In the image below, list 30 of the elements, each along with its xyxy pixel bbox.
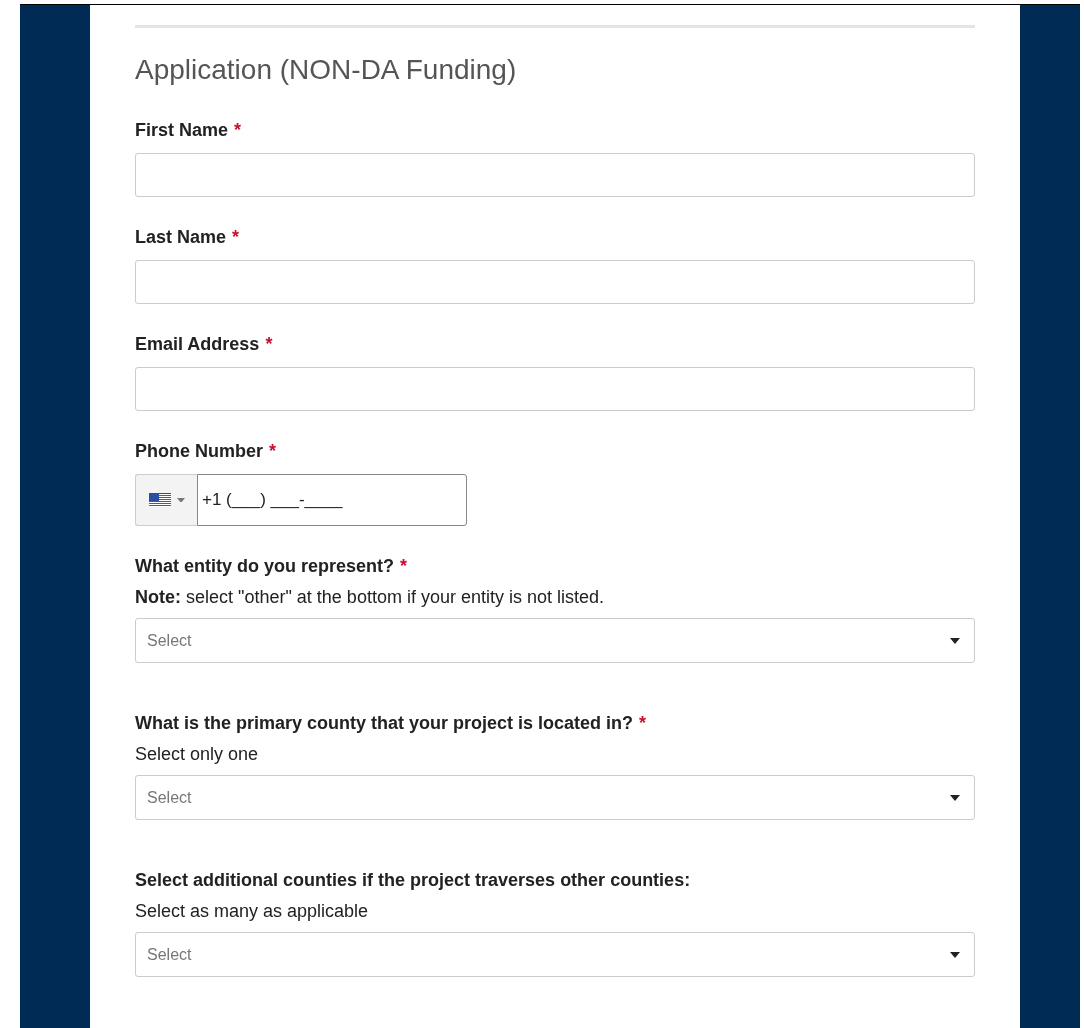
select-dropdown[interactable]: Select	[135, 618, 975, 663]
field-label: What entity do you represent?	[135, 556, 395, 576]
caret-icon	[950, 794, 960, 801]
country-picker[interactable]	[135, 474, 197, 526]
phone-field[interactable]: +1 (___) ___-____	[197, 474, 467, 526]
field-label: What is the primary county that your project is located in?	[135, 713, 634, 733]
field-label: Email Address	[135, 334, 260, 354]
field-label: Select additional counties if the project traverses other counties:	[135, 870, 691, 890]
field-label: Last Name	[135, 227, 227, 247]
field-label: First Name	[135, 120, 229, 140]
caret-icon	[176, 497, 185, 503]
form-title: Application (NON-DA Funding)	[135, 54, 518, 86]
required-mark: *	[265, 334, 273, 354]
text-field[interactable]	[135, 260, 975, 304]
field-label: Phone Number	[135, 441, 263, 461]
flag-icon	[148, 492, 171, 508]
field-hint: Select as many as applicable	[135, 901, 370, 922]
required-mark: *	[269, 441, 277, 461]
caret-icon	[950, 951, 960, 958]
select-dropdown[interactable]: Select	[135, 775, 975, 820]
field-hint: Select only one	[135, 744, 260, 765]
select-dropdown[interactable]: Select	[135, 932, 975, 977]
required-mark: *	[400, 556, 408, 576]
text-field[interactable]	[135, 153, 975, 197]
required-mark: *	[232, 227, 240, 247]
caret-icon	[950, 637, 960, 644]
required-mark: *	[234, 120, 242, 140]
required-mark: *	[639, 713, 647, 733]
text-field[interactable]	[135, 367, 975, 411]
field-hint: Note: select "other" at the bottom if your entity is not listed.	[135, 587, 605, 608]
